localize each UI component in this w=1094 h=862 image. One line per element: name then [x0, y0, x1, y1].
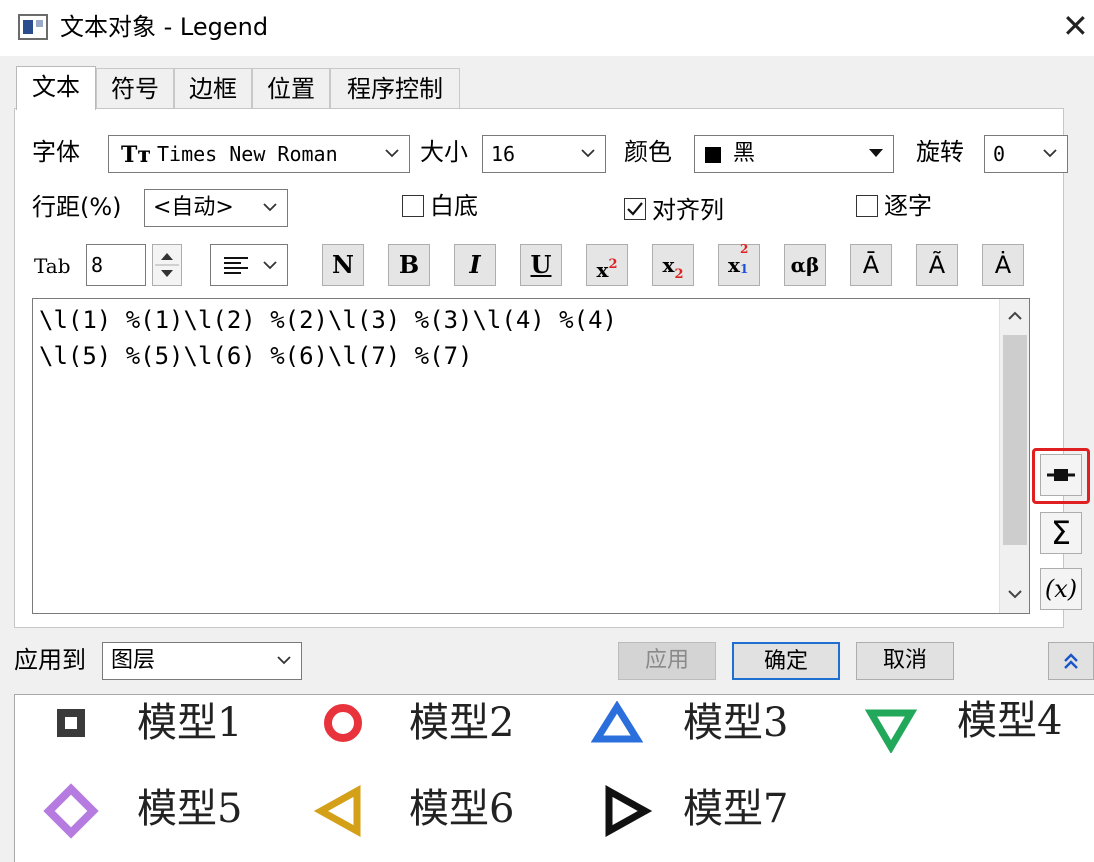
apply-button[interactable]: 应用 [618, 642, 716, 680]
bold-button[interactable]: B [388, 244, 430, 286]
apply-to-value: 图层 [111, 648, 156, 673]
greek-button[interactable]: αβ [784, 244, 826, 286]
apply-to-label: 应用到 [14, 646, 86, 674]
line-spacing-label: 行距(%) [32, 193, 122, 221]
per-char-label: 逐字 [884, 192, 932, 220]
chevron-down-icon [383, 144, 401, 162]
align-columns-checkbox[interactable] [624, 198, 646, 220]
truetype-icon: Tт [121, 142, 152, 168]
tab-program-control[interactable]: 程序控制 [330, 68, 460, 108]
legend-label-2: 模型2 [409, 700, 515, 746]
white-bg-checkbox[interactable] [402, 195, 424, 217]
line-spacing-select[interactable]: <自动> [144, 189, 288, 227]
line-symbol-icon [1047, 469, 1075, 481]
legend-preview: 模型1 模型2 模型3 模型4 模型5 模型6 模型7 [14, 694, 1094, 862]
legend-label-5: 模型5 [137, 786, 243, 832]
scroll-up-icon[interactable] [1007, 309, 1023, 323]
underline-button[interactable]: U [520, 244, 562, 286]
supersub-button[interactable]: x21 [718, 242, 760, 286]
editor-scrollbar[interactable] [999, 299, 1029, 613]
font-select[interactable]: Tт Times New Roman [108, 135, 410, 173]
legend-label-3: 模型3 [683, 700, 789, 746]
rotate-select[interactable]: 0 [984, 135, 1068, 173]
legend-label-6: 模型6 [409, 786, 515, 832]
italic-button[interactable]: I [454, 244, 496, 286]
tab-spinner[interactable] [152, 244, 182, 286]
chevron-down-icon [261, 198, 279, 216]
collapse-button[interactable] [1048, 642, 1094, 680]
line-spacing-value: <自动> [153, 195, 234, 220]
apply-to-select[interactable]: 图层 [102, 642, 302, 680]
triangle-left-symbol-icon [313, 785, 361, 837]
size-value: 16 [491, 142, 516, 166]
chevron-down-icon [261, 256, 279, 274]
tab-label: Tab [34, 254, 71, 278]
double-chevron-up-icon [1064, 653, 1078, 669]
spinner-arrows-icon [155, 253, 179, 277]
superscript-button[interactable]: x2 [586, 244, 628, 286]
diamond-symbol-icon [43, 783, 99, 839]
close-icon[interactable]: ✕ [1062, 8, 1089, 44]
variable-button[interactable]: (x) [1040, 568, 1082, 610]
color-select[interactable]: 黑 [694, 135, 894, 173]
editor-line-1: \l(1) %(1)\l(2) %(2)\l(3) %(3)\l(4) %(4) [39, 306, 617, 334]
alignment-select[interactable] [210, 244, 288, 286]
tab-symbol[interactable]: 符号 [96, 68, 174, 108]
title-bar: 文本对象 - Legend ✕ [0, 0, 1094, 56]
chevron-down-icon [1041, 144, 1059, 162]
triangle-down-symbol-icon [865, 709, 917, 753]
dropdown-triangle-icon [867, 144, 885, 162]
rotate-value: 0 [993, 142, 1006, 166]
legend-label-7: 模型7 [683, 786, 789, 832]
cancel-button[interactable]: 取消 [856, 642, 954, 680]
square-symbol-icon [57, 709, 85, 737]
tab-value: 8 [91, 253, 104, 277]
color-value: 黑 [733, 141, 756, 166]
editor-line-2: \l(5) %(5)\l(6) %(6)\l(7) %(7) [39, 342, 473, 370]
size-label: 大小 [420, 138, 468, 166]
legend-text-editor[interactable]: \l(1) %(1)\l(2) %(2)\l(3) %(3)\l(4) %(4)… [32, 298, 1030, 614]
rotate-label: 旋转 [916, 138, 964, 166]
color-swatch [705, 147, 721, 163]
normal-button[interactable]: N [322, 244, 364, 286]
color-label: 颜色 [624, 138, 672, 166]
dot-accent-button[interactable]: Ȧ [982, 244, 1024, 286]
font-value: Times New Roman [157, 142, 338, 166]
tab-input[interactable]: 8 [86, 244, 146, 286]
scroll-down-icon[interactable] [1007, 587, 1023, 601]
align-columns-label: 对齐列 [652, 196, 724, 224]
insert-symbol-button[interactable] [1040, 454, 1082, 496]
per-char-checkbox[interactable] [856, 195, 878, 217]
legend-label-4: 模型4 [957, 698, 1063, 744]
overbar-button[interactable]: Ā [850, 244, 892, 286]
ok-button[interactable]: 确定 [732, 642, 840, 680]
check-icon [627, 202, 643, 216]
size-select[interactable]: 16 [482, 135, 606, 173]
tab-text[interactable]: 文本 [16, 66, 96, 110]
circle-symbol-icon [324, 704, 362, 742]
scroll-thumb[interactable] [1003, 335, 1027, 545]
triangle-right-symbol-icon [605, 785, 653, 837]
legend-label-1: 模型1 [137, 700, 243, 746]
white-bg-label: 白底 [430, 192, 478, 220]
window-title: 文本对象 - Legend [60, 13, 269, 41]
tilde-button[interactable]: Ã [916, 244, 958, 286]
subscript-button[interactable]: x2 [652, 244, 694, 286]
font-label: 字体 [32, 138, 80, 166]
triangle-up-symbol-icon [591, 701, 643, 743]
app-icon [18, 14, 48, 40]
align-left-icon [224, 257, 248, 274]
tab-position[interactable]: 位置 [252, 68, 330, 108]
tab-border[interactable]: 边框 [174, 68, 252, 108]
sigma-button[interactable]: Σ [1040, 512, 1082, 554]
chevron-down-icon [579, 144, 597, 162]
chevron-down-icon [275, 651, 293, 669]
